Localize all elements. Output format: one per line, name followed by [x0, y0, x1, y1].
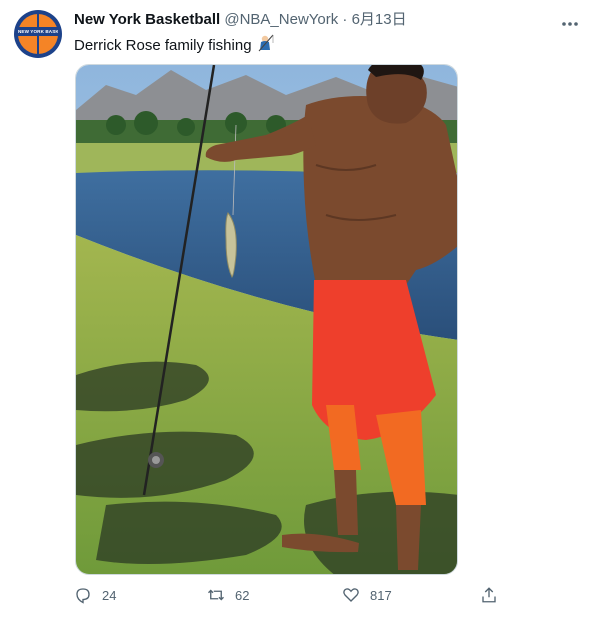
tweet-media[interactable]	[75, 64, 458, 575]
like-action[interactable]: 817	[342, 586, 392, 604]
like-count: 817	[370, 587, 392, 603]
tweet-text: Derrick Rose family fishing	[74, 34, 274, 58]
avatar[interactable]: NEW YORK BASKETBALL	[14, 10, 62, 58]
separator-dot: ·	[342, 11, 348, 28]
share-icon	[482, 587, 496, 603]
tweet-date[interactable]: 6月13日	[352, 11, 407, 28]
tweet-body: Derrick Rose family fishing	[74, 36, 252, 54]
reply-icon	[76, 588, 90, 604]
retweet-action[interactable]: 62	[207, 586, 249, 604]
ellipsis-icon	[562, 22, 578, 26]
display-name[interactable]: New York Basketball	[74, 11, 220, 28]
tweet-actions: 24 62 817	[74, 586, 504, 612]
more-options-icon[interactable]	[561, 14, 579, 30]
video-frame	[76, 65, 457, 574]
fishing-pole-icon	[258, 34, 274, 58]
reply-action[interactable]: 24	[74, 586, 116, 604]
share-action[interactable]	[480, 586, 498, 604]
retweet-count: 62	[235, 587, 250, 603]
heart-icon	[343, 588, 359, 602]
avatar-label: NEW YORK BASKETBALL	[18, 27, 58, 36]
handle[interactable]: @NBA_NewYork	[224, 11, 338, 28]
tweet-header: New York Basketball @NBA_NewYork · 6月13日	[74, 11, 407, 29]
reply-count: 24	[102, 587, 117, 603]
retweet-icon	[208, 589, 224, 601]
